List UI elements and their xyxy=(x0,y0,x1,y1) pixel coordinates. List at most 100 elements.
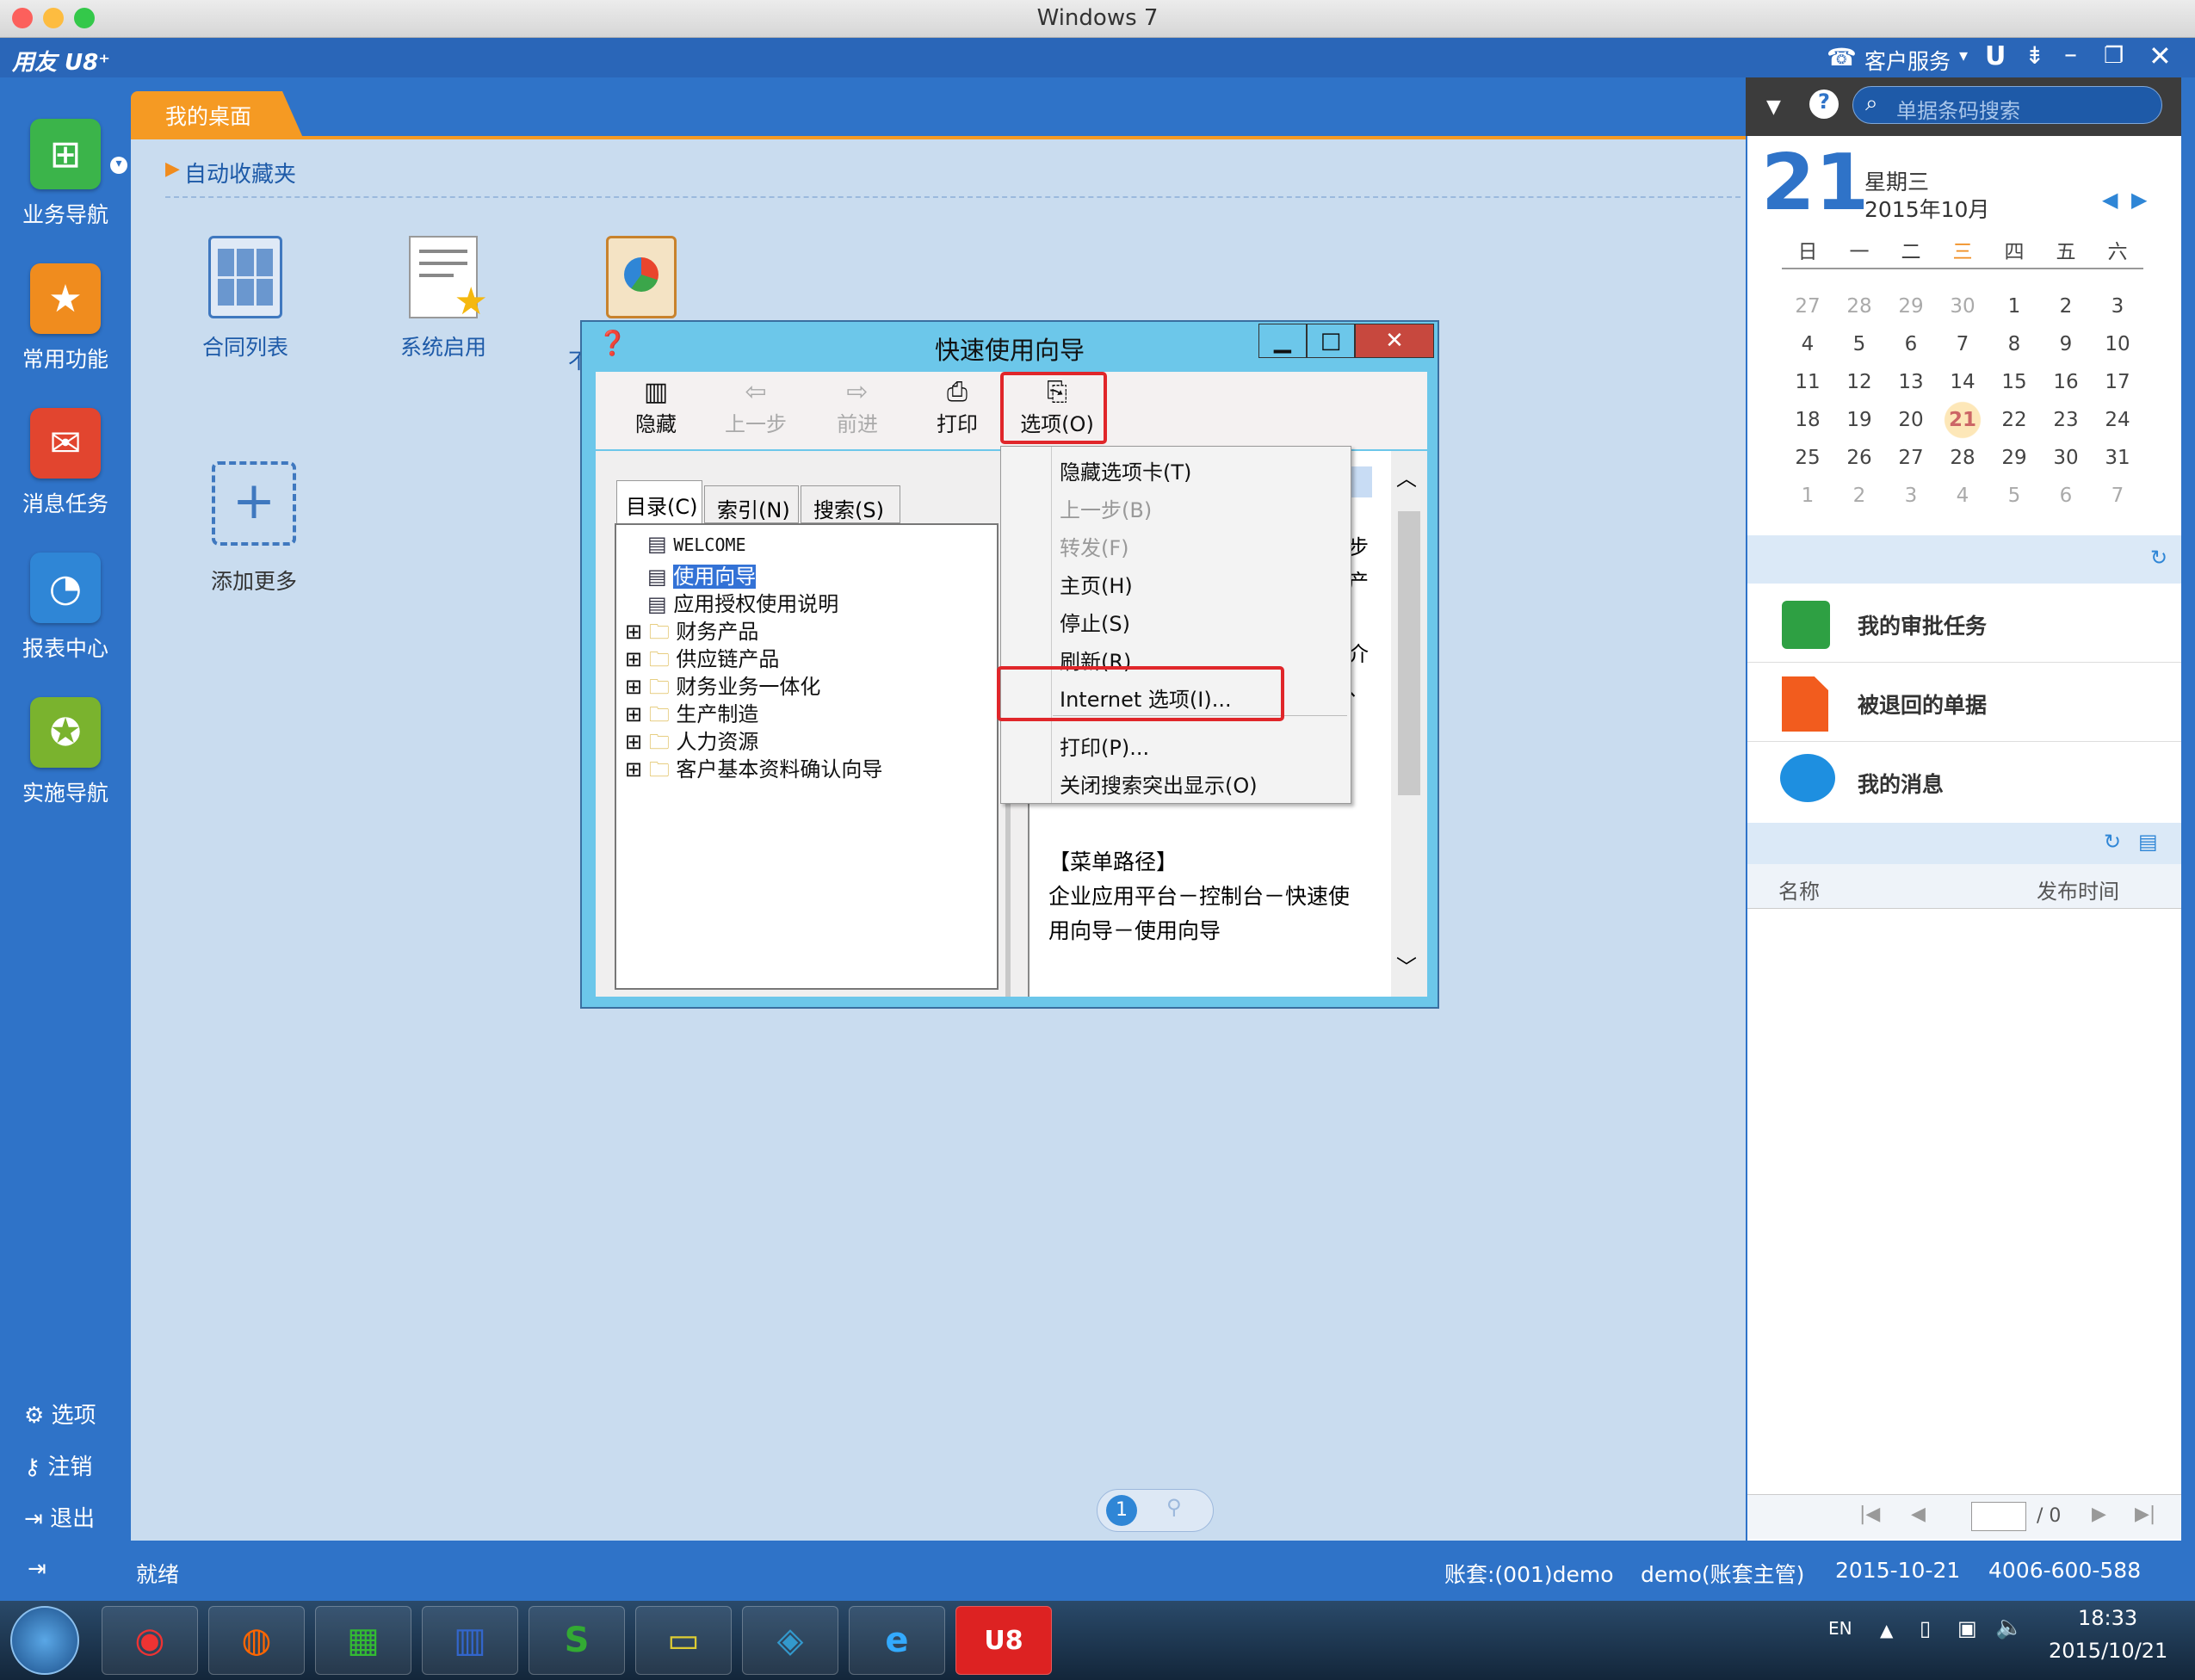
s-app-icon[interactable]: S xyxy=(529,1606,625,1675)
last-page-icon[interactable]: ▶| xyxy=(2135,1504,2155,1525)
close-icon[interactable]: ✕ xyxy=(2149,40,2172,72)
calendar-day-cell[interactable]: 17 xyxy=(2092,363,2143,401)
tree-node[interactable]: ▤ WELCOME xyxy=(625,532,997,559)
battery-icon[interactable]: ▯ xyxy=(1920,1616,1931,1640)
back-button[interactable]: ⇦ 上一步 xyxy=(713,377,799,437)
calendar-day-cell[interactable]: 12 xyxy=(1833,363,1885,401)
calendar-day-cell[interactable]: 7 xyxy=(1937,325,1988,363)
calendar-day-cell[interactable]: 23 xyxy=(2040,401,2092,439)
calendar-day-cell[interactable]: 26 xyxy=(1833,439,1885,477)
chevron-down-icon[interactable]: ▾ xyxy=(110,157,127,174)
refresh-icon[interactable]: ↻ xyxy=(2104,830,2121,854)
calendar-day-cell[interactable]: 15 xyxy=(1988,363,2040,401)
wrench-icon[interactable]: ⚲ xyxy=(1166,1495,1182,1519)
tree-node[interactable]: ⊞ 🗀 供应链产品 xyxy=(625,642,997,671)
calendar-day-cell[interactable]: 11 xyxy=(1782,363,1833,401)
favorites-label[interactable]: 自动收藏夹 xyxy=(184,157,296,188)
forward-button[interactable]: ⇨ 前进 xyxy=(814,377,900,437)
calendar-day-cell[interactable]: 14 xyxy=(1937,363,1988,401)
maximize-button[interactable]: □ xyxy=(1307,324,1355,358)
clock-time[interactable]: 18:33 xyxy=(2078,1606,2137,1630)
prev-month-icon[interactable]: ◀ xyxy=(2102,188,2118,212)
task-item-returned[interactable]: 被退回的单据 xyxy=(1747,664,2181,742)
refresh-icon[interactable]: ↻ xyxy=(2150,546,2167,570)
calendar-day-cell[interactable]: 8 xyxy=(1988,325,2040,363)
calendar-day-cell[interactable]: 10 xyxy=(2092,325,2143,363)
task-item-messages[interactable]: 我的消息 xyxy=(1747,744,2181,821)
calendar-day-cell[interactable]: 28 xyxy=(1937,439,1988,477)
tree-node[interactable]: ⊞ 🗀 客户基本资料确认向导 xyxy=(625,752,997,781)
u-logo-icon[interactable]: U xyxy=(1985,41,2006,71)
tab-contents[interactable]: 目录(C) xyxy=(616,480,702,523)
close-button[interactable]: ✕ xyxy=(1355,324,1434,358)
first-page-icon[interactable]: |◀ xyxy=(1859,1504,1880,1525)
calendar-day-cell[interactable]: 21 xyxy=(1937,401,1988,439)
calendar-day-cell[interactable]: 29 xyxy=(1988,439,2040,477)
calendar-day-cell[interactable]: 25 xyxy=(1782,439,1833,477)
restore-icon[interactable]: ❐ xyxy=(2104,43,2124,69)
calendar-day-cell[interactable]: 4 xyxy=(1782,325,1833,363)
menu-item[interactable]: 关闭搜索突出显示(O) xyxy=(1060,769,1258,799)
calendar-day-cell[interactable]: 30 xyxy=(1937,287,1988,325)
expand-icon[interactable]: ⊞ xyxy=(625,757,649,781)
tree-node[interactable]: ⊞ 🗀 生产制造 xyxy=(625,697,997,726)
chrome-icon[interactable]: ◉ xyxy=(102,1606,198,1675)
expand-icon[interactable]: ⊞ xyxy=(625,647,649,671)
page-input[interactable] xyxy=(1971,1502,2026,1531)
network-app-icon[interactable]: ▦ xyxy=(315,1606,411,1675)
calendar-day-cell[interactable]: 6 xyxy=(2040,477,2092,515)
calendar-day-cell[interactable]: 31 xyxy=(2092,439,2143,477)
tile-partial[interactable] xyxy=(568,236,714,330)
menu-item[interactable]: 停止(S) xyxy=(1060,607,1130,637)
nav-business[interactable]: ⊞ 业务导航 xyxy=(0,119,131,229)
start-button[interactable] xyxy=(10,1606,79,1675)
calendar-day-cell[interactable]: 16 xyxy=(2040,363,2092,401)
nav-reports[interactable]: ◔ 报表中心 xyxy=(0,553,131,663)
calendar-day-cell[interactable]: 30 xyxy=(2040,439,2092,477)
customer-service-menu[interactable]: 客户服务 xyxy=(1864,45,1951,76)
calendar-day-cell[interactable]: 19 xyxy=(1833,401,1885,439)
calendar-day-cell[interactable]: 24 xyxy=(2092,401,2143,439)
calendar-day-cell[interactable]: 5 xyxy=(1988,477,2040,515)
menu-item[interactable]: 打印(P)... xyxy=(1060,731,1149,761)
globe-app-icon[interactable]: ◈ xyxy=(742,1606,838,1675)
tile-system-enable[interactable]: ★ 系统启用 xyxy=(370,236,516,361)
calendar-day-cell[interactable]: 22 xyxy=(1988,401,2040,439)
menu-item[interactable]: 上一步(B) xyxy=(1060,493,1152,523)
tree-node[interactable]: ⊞ 🗀 财务产品 xyxy=(625,615,997,644)
dropdown-icon[interactable]: ⇟ xyxy=(2025,41,2044,70)
next-page-icon[interactable]: ▶ xyxy=(2092,1504,2106,1525)
menu-item[interactable]: 转发(F) xyxy=(1060,531,1129,561)
headset-icon[interactable]: ☎ xyxy=(1827,43,1857,71)
tab-my-desktop[interactable]: 我的桌面 xyxy=(131,91,303,138)
calendar-day-cell[interactable]: 27 xyxy=(1885,439,1937,477)
minimize-icon[interactable]: – xyxy=(2064,40,2077,70)
chevron-down-icon[interactable]: ▼ xyxy=(1766,96,1781,118)
tile-add-more[interactable]: + 添加更多 xyxy=(181,461,327,596)
nav-favorites[interactable]: ★ 常用功能 xyxy=(0,263,131,374)
collapse-icon[interactable]: ⇥ xyxy=(28,1556,46,1582)
calendar-day-cell[interactable]: 27 xyxy=(1782,287,1833,325)
calendar-day-cell[interactable]: 20 xyxy=(1885,401,1937,439)
nav-implementation[interactable]: ✪ 实施导航 xyxy=(0,697,131,807)
scroll-up-icon[interactable]: ︿ xyxy=(1396,461,1417,491)
next-month-icon[interactable]: ▶ xyxy=(2131,188,2147,212)
calendar-day-cell[interactable]: 2 xyxy=(2040,287,2092,325)
folder-icon[interactable]: ▭ xyxy=(635,1606,732,1675)
expand-icon[interactable]: ⊞ xyxy=(625,675,649,699)
ie-icon[interactable]: e xyxy=(849,1606,945,1675)
calendar-day-cell[interactable]: 4 xyxy=(1937,477,1988,515)
calendar-day-cell[interactable]: 3 xyxy=(2092,287,2143,325)
scroll-down-icon[interactable]: ﹀ xyxy=(1396,950,1417,980)
u8-taskbar-icon[interactable]: U8 xyxy=(955,1606,1052,1675)
prev-page-icon[interactable]: ◀ xyxy=(1911,1504,1926,1525)
tree-node[interactable]: ⊞ 🗀 人力资源 xyxy=(625,725,997,754)
network-icon[interactable]: ▣ xyxy=(1957,1616,1977,1640)
calendar-day-cell[interactable]: 2 xyxy=(1833,477,1885,515)
minimize-button[interactable]: ▁ xyxy=(1258,324,1307,358)
calendar-day-cell[interactable]: 1 xyxy=(1988,287,2040,325)
tree-node[interactable]: ▤ 使用向导 xyxy=(625,559,997,589)
ide-app-icon[interactable]: ▥ xyxy=(422,1606,518,1675)
volume-icon[interactable]: 🔈 xyxy=(1995,1615,2023,1640)
calendar-day-cell[interactable]: 3 xyxy=(1885,477,1937,515)
